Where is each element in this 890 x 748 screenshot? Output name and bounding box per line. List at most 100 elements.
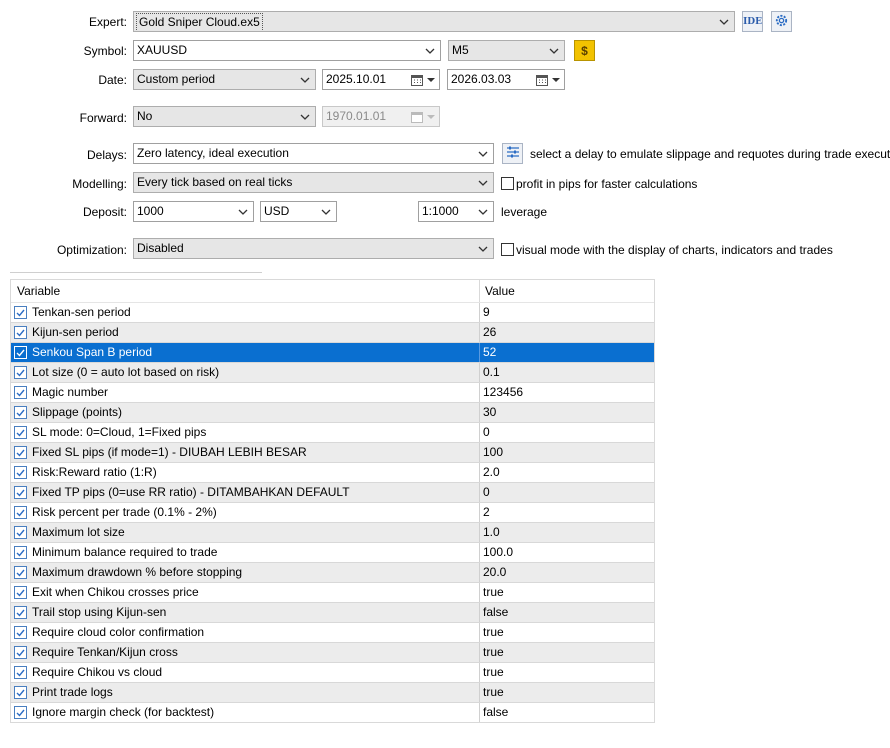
row-checkbox[interactable]: [14, 466, 27, 479]
row-checkbox[interactable]: [14, 486, 27, 499]
table-row[interactable]: Lot size (0 = auto lot based on risk) 0.1: [11, 363, 654, 383]
forward-select[interactable]: No: [133, 106, 316, 127]
table-row[interactable]: SL mode: 0=Cloud, 1=Fixed pips 0: [11, 423, 654, 443]
row-checkbox[interactable]: [14, 506, 27, 519]
variable-value[interactable]: 26: [483, 323, 496, 342]
variable-value[interactable]: 0.1: [483, 363, 500, 382]
row-checkbox[interactable]: [14, 666, 27, 679]
date-to-value: 2026.03.03: [451, 72, 512, 86]
table-row[interactable]: Senkou Span B period 52: [11, 343, 654, 363]
row-checkbox[interactable]: [14, 446, 27, 459]
row-checkbox[interactable]: [14, 346, 27, 359]
visual-mode-checkbox[interactable]: [501, 243, 514, 256]
variable-value[interactable]: 9: [483, 303, 490, 322]
table-row[interactable]: Magic number 123456: [11, 383, 654, 403]
variable-value[interactable]: true: [483, 643, 504, 662]
row-checkbox[interactable]: [14, 646, 27, 659]
symbol-select[interactable]: XAUUSD: [133, 40, 441, 61]
table-row[interactable]: Maximum lot size 1.0: [11, 523, 654, 543]
checkmark-icon: [16, 609, 25, 617]
variable-value[interactable]: 2: [483, 503, 490, 522]
variable-value[interactable]: 20.0: [483, 563, 506, 582]
variable-value[interactable]: 100: [483, 443, 503, 462]
row-checkbox[interactable]: [14, 626, 27, 639]
delays-select[interactable]: Zero latency, ideal execution: [133, 143, 494, 164]
row-checkbox[interactable]: [14, 366, 27, 379]
inputs-table[interactable]: Variable Value Tenkan-sen period 9 Kijun-s…: [10, 279, 655, 723]
column-separator: [479, 280, 480, 302]
table-row[interactable]: Require cloud color confirmation true: [11, 623, 654, 643]
column-separator: [479, 483, 480, 502]
table-row[interactable]: Kijun-sen period 26: [11, 323, 654, 343]
variable-value[interactable]: true: [483, 583, 504, 602]
variable-value[interactable]: true: [483, 663, 504, 682]
row-checkbox[interactable]: [14, 306, 27, 319]
date-from-picker[interactable]: 2025.10.01: [322, 69, 440, 90]
table-row[interactable]: Require Chikou vs cloud true: [11, 663, 654, 683]
variable-value[interactable]: 52: [483, 343, 496, 362]
row-checkbox[interactable]: [14, 526, 27, 539]
table-row[interactable]: Print trade logs true: [11, 683, 654, 703]
variable-value[interactable]: false: [483, 603, 508, 622]
chevron-down-icon: [476, 202, 490, 221]
table-row[interactable]: Risk:Reward ratio (1:R) 2.0: [11, 463, 654, 483]
expert-settings-button[interactable]: [771, 11, 792, 32]
table-row[interactable]: Fixed TP pips (0=use RR ratio) - DITAMBA…: [11, 483, 654, 503]
checkmark-icon: [16, 329, 25, 337]
column-separator: [479, 343, 480, 362]
variable-value[interactable]: 1.0: [483, 523, 500, 542]
variable-value[interactable]: 30: [483, 403, 496, 422]
currency-select[interactable]: USD: [260, 201, 337, 222]
row-checkbox[interactable]: [14, 546, 27, 559]
row-checkbox[interactable]: [14, 406, 27, 419]
column-header-value[interactable]: Value: [485, 280, 515, 302]
table-row[interactable]: Exit when Chikou crosses price true: [11, 583, 654, 603]
table-row[interactable]: Tenkan-sen period 9: [11, 303, 654, 323]
row-checkbox[interactable]: [14, 426, 27, 439]
variable-value[interactable]: true: [483, 623, 504, 642]
row-checkbox[interactable]: [14, 686, 27, 699]
profit-in-pips-checkbox[interactable]: [501, 177, 514, 190]
leverage-select[interactable]: 1:1000: [418, 201, 494, 222]
optimization-value: Disabled: [137, 241, 184, 255]
row-checkbox[interactable]: [14, 566, 27, 579]
delay-settings-button[interactable]: [502, 143, 523, 164]
expert-select[interactable]: Gold Sniper Cloud.ex5: [133, 11, 735, 32]
variable-value[interactable]: false: [483, 703, 508, 722]
deposit-value: 1000: [137, 204, 164, 218]
table-row[interactable]: Require Tenkan/Kijun cross true: [11, 643, 654, 663]
table-row[interactable]: Risk percent per trade (0.1% - 2%) 2: [11, 503, 654, 523]
modelling-select[interactable]: Every tick based on real ticks: [133, 172, 494, 193]
leverage-value: 1:1000: [422, 204, 459, 218]
deposit-select[interactable]: 1000: [133, 201, 254, 222]
variable-value[interactable]: 100.0: [483, 543, 513, 562]
checkmark-icon: [16, 409, 25, 417]
row-checkbox[interactable]: [14, 386, 27, 399]
chevron-down-icon: [476, 239, 490, 258]
checkmark-icon: [16, 349, 25, 357]
table-row[interactable]: Maximum drawdown % before stopping 20.0: [11, 563, 654, 583]
table-row[interactable]: Fixed SL pips (if mode=1) - DIUBAH LEBIH…: [11, 443, 654, 463]
row-checkbox[interactable]: [14, 326, 27, 339]
variable-value[interactable]: 123456: [483, 383, 523, 402]
variable-value[interactable]: true: [483, 683, 504, 702]
table-row[interactable]: Trail stop using Kijun-sen false: [11, 603, 654, 623]
variable-value[interactable]: 0: [483, 483, 490, 502]
ide-button[interactable]: IDE: [742, 11, 763, 32]
symbol-properties-button[interactable]: $: [574, 40, 595, 61]
row-checkbox[interactable]: [14, 586, 27, 599]
optimization-select[interactable]: Disabled: [133, 238, 494, 259]
column-header-variable[interactable]: Variable: [17, 280, 60, 302]
variable-value[interactable]: 2.0: [483, 463, 500, 482]
variable-name: Tenkan-sen period: [32, 305, 131, 319]
table-row[interactable]: Ignore margin check (for backtest) false: [11, 703, 654, 722]
row-checkbox[interactable]: [14, 706, 27, 719]
date-mode-select[interactable]: Custom period: [133, 69, 316, 90]
table-row[interactable]: Slippage (points) 30: [11, 403, 654, 423]
timeframe-select[interactable]: M5: [448, 40, 565, 61]
calendar-icon: [536, 73, 549, 89]
date-to-picker[interactable]: 2026.03.03: [447, 69, 565, 90]
row-checkbox[interactable]: [14, 606, 27, 619]
table-row[interactable]: Minimum balance required to trade 100.0: [11, 543, 654, 563]
variable-value[interactable]: 0: [483, 423, 490, 442]
